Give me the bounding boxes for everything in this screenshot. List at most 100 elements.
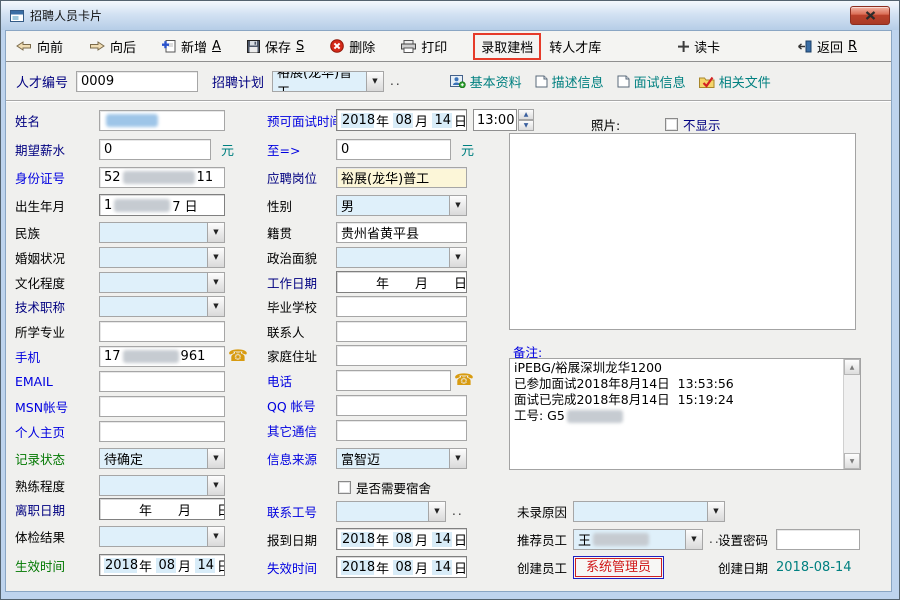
title-bar[interactable]: 招聘人员卡片 [1,1,899,30]
combo-proficiency[interactable]: ▼ [99,475,225,496]
toolbar-read-card-button[interactable]: 读卡 [678,35,720,58]
date-birth-date[interactable]: 17 日 [99,194,225,216]
input-applied-position[interactable]: 裕展(龙华)普工 [336,167,467,188]
toolbar-forward-button[interactable]: 向前 [16,35,63,58]
phone-icon: ☎ [228,348,248,364]
input-other-contact[interactable] [336,420,467,441]
combo-medical-result[interactable]: ▼ [99,526,225,547]
combo-ethnicity[interactable]: ▼ [99,222,225,243]
dropdown-arrow-icon[interactable]: ▼ [207,223,224,242]
plan-more-button[interactable]: .. [390,74,402,88]
input-salary-to[interactable]: 0 [336,139,451,160]
input-expected-salary[interactable]: 0 [99,139,211,160]
tab-interview-info[interactable]: 面试信息 [617,72,686,91]
dropdown-arrow-icon[interactable]: ▼ [707,502,724,521]
scroll-track[interactable] [844,375,860,453]
combo-record-status[interactable]: 待确定 ▼ [99,448,225,469]
date-effective-date[interactable]: 2018年08月14日 [99,554,225,576]
toolbar-return-button[interactable]: 返回R [797,35,857,58]
scroll-down-icon[interactable]: ▼ [844,453,860,469]
combo-contact-worker-id[interactable]: ▼ [336,501,446,522]
dropdown-arrow-icon[interactable]: ▼ [428,502,445,521]
more-button[interactable]: .. [709,532,721,546]
floppy-icon [247,40,260,53]
app-icon [10,10,24,22]
toolbar-to-talent-pool-button[interactable]: 转人才库 [549,35,601,58]
combo-referrer[interactable]: 王▼ [573,529,703,550]
date-unit-y: 年 [376,111,389,130]
input-mobile[interactable]: 17961 [99,346,225,367]
remarks-scrollbar[interactable]: ▲ ▼ [843,359,860,469]
field-label: 推荐员工 [517,530,573,549]
toolbar-hotkey: S [296,39,304,54]
hide-photo-checkbox[interactable] [665,118,678,131]
date-resign-date[interactable]: 年月日 [99,498,225,520]
more-button[interactable]: .. [452,504,464,518]
plan-combo[interactable]: 裕展(龙华)普工 ▼ [272,71,384,92]
date-part-d: 14 [432,113,452,128]
input-qq-account[interactable] [336,395,467,416]
toolbar-save-button[interactable]: 保存S [247,35,304,58]
set-password-input[interactable] [776,529,860,550]
dropdown-arrow-icon[interactable]: ▼ [207,248,224,267]
dropdown-arrow-icon[interactable]: ▼ [207,297,224,316]
input-native-place[interactable]: 贵州省黄平县 [336,222,467,243]
toolbar-delete-button[interactable]: 删除 [330,35,375,58]
field-label: 家庭住址 [267,346,336,365]
close-button[interactable] [850,6,890,25]
talent-no-input[interactable]: 0009 [76,71,198,92]
time-input[interactable]: 13:00 [473,109,517,131]
combo-technical-title[interactable]: ▼ [99,296,225,317]
combo-gender[interactable]: 男▼ [336,195,467,216]
field-label: 政治面貌 [267,248,336,267]
input-contact-person[interactable] [336,321,467,342]
combo-political-status[interactable]: ▼ [336,247,467,268]
date-report-date[interactable]: 2018年08月14日 [336,528,467,550]
dropdown-arrow-icon[interactable]: ▼ [685,530,702,549]
dropdown-arrow-icon[interactable]: ▼ [207,449,224,468]
dropdown-arrow-icon[interactable]: ▼ [207,527,224,546]
field-need-dormitory: 是否需要宿舍 [338,476,431,498]
input-homepage[interactable] [99,421,225,442]
value-text: 待确定 [104,449,143,468]
return-icon [797,40,812,53]
spinner-up-icon[interactable]: ▲ [518,109,534,120]
dropdown-arrow-icon[interactable]: ▼ [207,476,224,495]
combo-education-level[interactable]: ▼ [99,272,225,293]
input-id-number[interactable]: 5211 [99,167,225,188]
dropdown-arrow-icon[interactable]: ▼ [449,449,466,468]
toolbar-print-button[interactable]: 打印 [401,35,447,58]
scroll-up-icon[interactable]: ▲ [844,359,860,375]
toolbar-backward-button[interactable]: 向后 [89,35,136,58]
remarks-textarea[interactable]: iPEBG/裕展深圳龙华1200已参加面试2018年8月14日 13:53:56… [509,358,861,470]
combo-info-source[interactable]: 富智迈▼ [336,448,467,469]
input-graduate-school[interactable] [336,296,467,317]
tab-description-info[interactable]: 描述信息 [535,72,604,91]
input-email[interactable] [99,371,225,392]
tab-basic-info[interactable]: 基本资料 [450,72,522,91]
dropdown-arrow-icon[interactable]: ▼ [449,196,466,215]
time-spinner[interactable]: ▲▼ [518,109,534,131]
checkbox-need-dormitory[interactable] [338,481,351,494]
dropdown-arrow-icon[interactable]: ▼ [449,248,466,267]
combo-not-hired-reason[interactable]: ▼ [573,501,725,522]
tab-related-files[interactable]: 相关文件 [699,72,771,91]
dropdown-arrow-icon[interactable]: ▼ [366,72,383,91]
input-home-address[interactable] [336,345,467,366]
field-label: 失效时间 [267,558,336,577]
remarks-content: iPEBG/裕展深圳龙华1200已参加面试2018年8月14日 13:53:56… [510,359,843,469]
toolbar-button-label: 向前 [37,37,63,56]
input-name[interactable] [99,110,225,131]
input-telephone[interactable] [336,370,451,391]
date-interview-time[interactable]: 2018年08月14日 [336,109,467,131]
toolbar-admit-archive-button[interactable]: 录取建档 [473,33,541,60]
toolbar-new-button[interactable]: 新增A [162,35,221,58]
spinner-down-icon[interactable]: ▼ [518,120,534,131]
field-creator: 创建员工系统管理员 [517,556,664,578]
input-msn-account[interactable] [99,396,225,417]
date-expire-date[interactable]: 2018年08月14日 [336,556,467,578]
input-major[interactable] [99,321,225,342]
date-work-date[interactable]: 年月日 [336,271,467,293]
combo-marital-status[interactable]: ▼ [99,247,225,268]
dropdown-arrow-icon[interactable]: ▼ [207,273,224,292]
